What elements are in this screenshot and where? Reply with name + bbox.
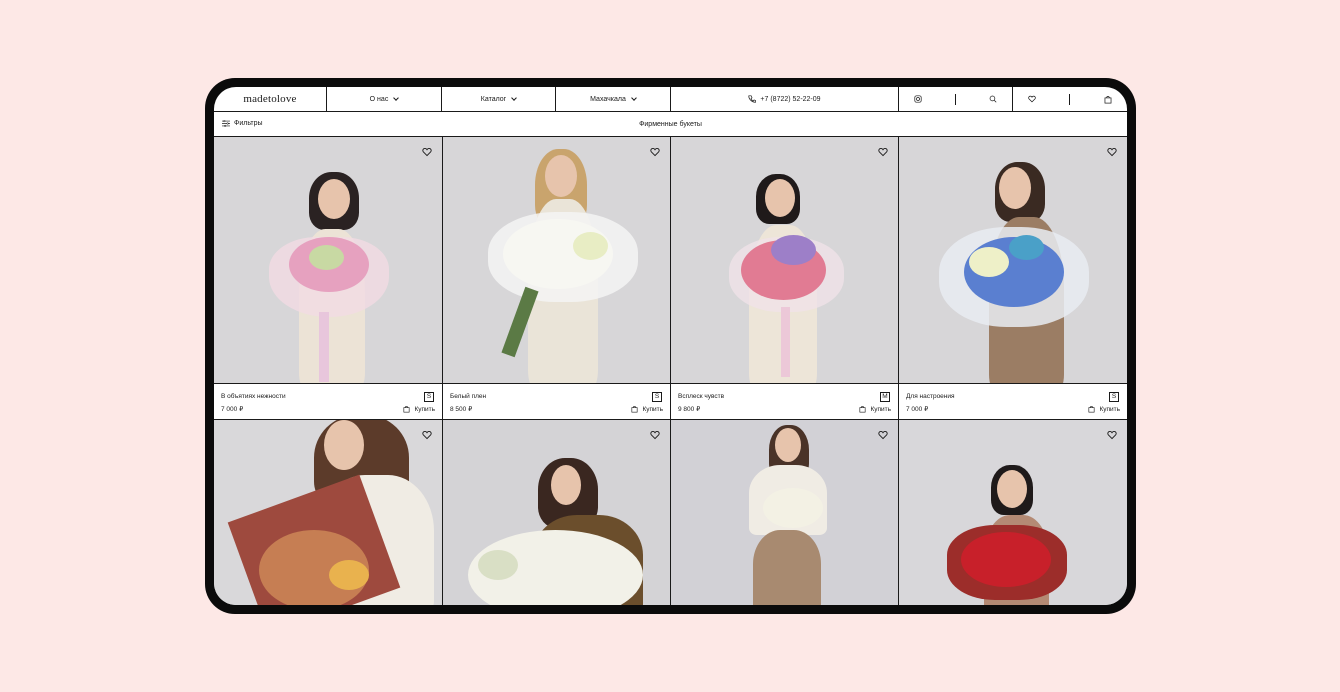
buy-button[interactable]: Купить — [1088, 405, 1120, 413]
divider — [954, 93, 956, 105]
divider — [1069, 93, 1071, 105]
product-info: Для настроения 7 000 ₽ S Купить — [899, 383, 1127, 420]
chevron-down-icon — [393, 94, 400, 101]
product-card[interactable]: Для настроения 7 000 ₽ S Купить — [899, 137, 1127, 420]
product-name[interactable]: Белый плен — [450, 393, 486, 400]
product-photo[interactable] — [671, 137, 898, 383]
buy-button[interactable]: Купить — [403, 405, 435, 413]
product-photo[interactable] — [899, 137, 1127, 383]
chevron-down-icon — [631, 94, 637, 101]
product-info: Всплеск чувств 9 800 ₽ M Купить — [671, 383, 898, 420]
nav-city-label: Махачкала — [590, 95, 626, 103]
bag-icon — [403, 405, 410, 413]
favorite-heart-icon[interactable] — [1107, 147, 1117, 157]
product-card[interactable] — [214, 420, 443, 605]
product-name[interactable]: Всплеск чувств — [678, 393, 724, 400]
instagram-icon[interactable] — [914, 95, 922, 103]
product-photo[interactable] — [671, 420, 898, 605]
nav-about-label: О нас — [369, 95, 389, 103]
bag-icon — [631, 405, 638, 413]
product-card[interactable]: В объятиях нежности 7 000 ₽ S Купить — [214, 137, 443, 420]
size-badge: M — [880, 392, 890, 402]
product-price: 8 500 ₽ — [450, 406, 473, 413]
bag-icon[interactable] — [1104, 95, 1112, 104]
nav-catalog[interactable]: Каталог — [442, 87, 556, 111]
buy-label: Купить — [870, 405, 891, 413]
favorite-heart-icon[interactable] — [650, 147, 660, 157]
product-card[interactable] — [899, 420, 1127, 605]
favorite-heart-icon[interactable] — [878, 430, 888, 440]
social-search-cell — [899, 87, 1013, 111]
bag-icon — [859, 405, 866, 413]
screen: madetolove О нас Каталог Махачкала +7 (8… — [214, 87, 1127, 605]
catalog-toolbar: Фильтры Фирменные букеты — [214, 112, 1127, 137]
catalog-title: Фирменные букеты — [639, 121, 702, 128]
product-photo[interactable] — [443, 137, 670, 383]
wishlist-cart-cell — [1013, 87, 1127, 111]
product-card[interactable] — [443, 420, 671, 605]
product-info: Белый плен 8 500 ₽ S Купить — [443, 383, 670, 420]
product-price: 7 000 ₽ — [221, 406, 244, 413]
chevron-down-icon — [511, 94, 518, 101]
product-photo[interactable] — [214, 137, 442, 383]
heart-icon[interactable] — [1028, 95, 1036, 103]
favorite-heart-icon[interactable] — [650, 430, 660, 440]
product-name[interactable]: В объятиях нежности — [221, 393, 286, 400]
logo[interactable]: madetolove — [243, 93, 296, 105]
size-badge: S — [652, 392, 662, 402]
nav-catalog-label: Каталог — [480, 95, 507, 103]
phone-icon — [748, 95, 757, 103]
nav-city[interactable]: Махачкала — [556, 87, 671, 111]
favorite-heart-icon[interactable] — [422, 147, 432, 157]
site-header: madetolove О нас Каталог Махачкала +7 (8… — [214, 87, 1127, 112]
buy-button[interactable]: Купить — [859, 405, 891, 413]
buy-label: Купить — [414, 405, 435, 413]
tablet-frame: madetolove О нас Каталог Махачкала +7 (8… — [205, 78, 1136, 614]
product-info: В объятиях нежности 7 000 ₽ S Купить — [214, 383, 442, 420]
size-badge: S — [424, 392, 434, 402]
bag-icon — [1088, 405, 1095, 413]
logo-cell[interactable]: madetolove — [214, 87, 327, 111]
product-photo[interactable] — [443, 420, 670, 605]
nav-about[interactable]: О нас — [327, 87, 442, 111]
buy-label: Купить — [1099, 405, 1120, 413]
buy-button[interactable]: Купить — [631, 405, 663, 413]
phone-cell[interactable]: +7 (8722) 52-22-09 — [671, 87, 899, 111]
product-photo[interactable] — [214, 420, 442, 605]
product-price: 9 800 ₽ — [678, 406, 701, 413]
search-icon[interactable] — [989, 95, 997, 103]
product-card[interactable] — [671, 420, 899, 605]
product-name[interactable]: Для настроения — [906, 393, 955, 400]
product-photo[interactable] — [899, 420, 1127, 605]
phone-number[interactable]: +7 (8722) 52-22-09 — [760, 96, 820, 103]
product-card[interactable]: Белый плен 8 500 ₽ S Купить — [443, 137, 671, 420]
size-badge: S — [1109, 392, 1119, 402]
favorite-heart-icon[interactable] — [1107, 430, 1117, 440]
favorite-heart-icon[interactable] — [878, 147, 888, 157]
product-card[interactable]: Всплеск чувств 9 800 ₽ M Купить — [671, 137, 899, 420]
product-price: 7 000 ₽ — [906, 406, 929, 413]
favorite-heart-icon[interactable] — [422, 430, 432, 440]
buy-label: Купить — [642, 405, 663, 413]
